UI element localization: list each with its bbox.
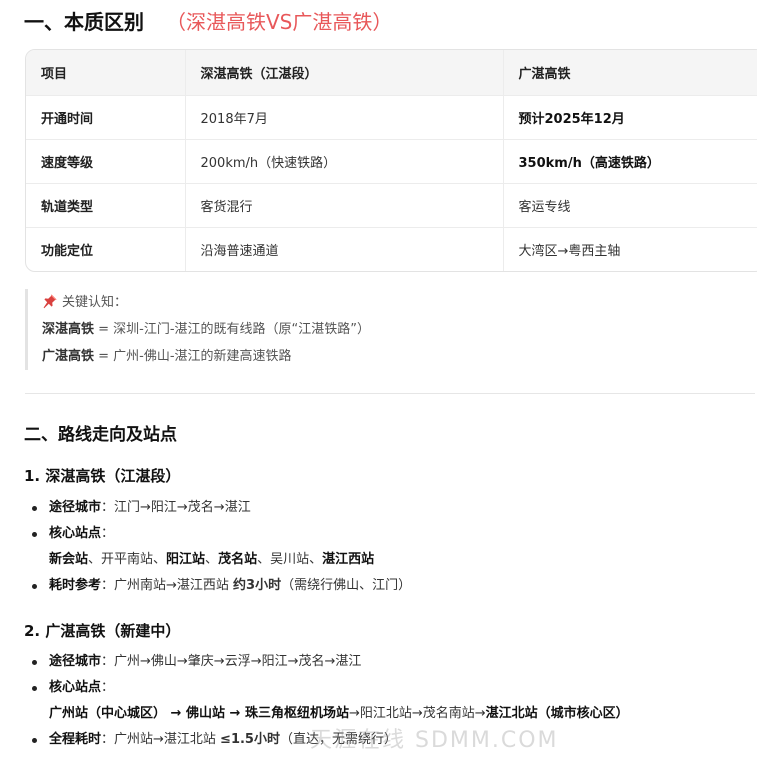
pushpin-icon (43, 294, 57, 309)
section1-heading: 一、本质区别 （深湛高铁VS广湛高铁） (24, 6, 392, 35)
station-separator: 、 (205, 552, 219, 567)
subsection-title-shenzhan: 1. 深湛高铁（江湛段） (24, 467, 181, 485)
station-sequence: 新会站、开平南站、阳江站、茂名站、吴川站、湛江西站 (49, 547, 411, 573)
table-row: 轨道类型 客货混行 客运专线 (26, 183, 757, 227)
key-note-blockquote: 关键认知： 深湛高铁 = 深圳-江门-湛江的既有线路（原“江湛铁路”） 广湛高铁… (25, 289, 405, 370)
table-cell: 350km/h（高速铁路） (518, 155, 660, 171)
key-note-title: 关键认知： (62, 295, 128, 310)
key-note-term: 广湛高铁 (42, 349, 95, 364)
table-row: 功能定位 沿海普速通道 大湾区→粤西主轴 (26, 227, 757, 271)
key-note-term: 深湛高铁 (42, 322, 95, 337)
table-cell: 2018年7月 (185, 95, 504, 139)
table-cell: 功能定位 (26, 227, 186, 271)
table-row: 开通时间 2018年7月 预计2025年12月 (26, 95, 757, 139)
list-item-label: 核心站点 (49, 680, 102, 695)
list-item-value: ：江门→阳江→茂名→湛江 (101, 500, 251, 515)
station-arrow: → (166, 706, 186, 721)
station-name: 佛山站 (185, 706, 225, 721)
section1-title-accent: （深湛高铁VS广湛高铁） (166, 10, 393, 34)
list-item-note: （需绕行佛山、江门） (281, 578, 412, 593)
list-item-label: 途径城市 (49, 654, 102, 669)
table-cell: 预计2025年12月 (518, 111, 625, 127)
list-item: 途径城市：广州→佛山→肇庆→云浮→阳江→茂名→湛江 (30, 649, 629, 675)
subsection-title-guangzhan: 2. 广湛高铁（新建中） (24, 622, 181, 640)
comparison-table: 项目 深湛高铁（江湛段） 广湛高铁 开通时间 2018年7月 预计2025年12… (25, 49, 757, 272)
table-header-cell: 深湛高铁（江湛段） (185, 50, 504, 95)
station-name: 茂名站 (218, 552, 258, 567)
list-item-colon: ： (101, 526, 115, 541)
table-row: 速度等级 200km/h（快速铁路） 350km/h（高速铁路） (26, 139, 757, 183)
station-name: 珠三角枢纽机场站 (244, 706, 349, 721)
table-cell: 沿海普速通道 (185, 227, 504, 271)
station-name: 湛江西站 (322, 552, 375, 567)
table-cell: 速度等级 (26, 139, 186, 183)
list-item-label: 耗时参考 (49, 578, 102, 593)
table-cell: 200km/h（快速铁路） (185, 139, 504, 183)
list-item-label: 全程耗时 (49, 732, 102, 747)
station-separator: →阳江北站→茂名南站→ (348, 706, 486, 721)
section-divider (25, 393, 755, 394)
table-cell: 客运专线 (518, 199, 571, 215)
travel-time-highlight: 约3小时 (233, 578, 282, 593)
list-item-value: ：广州站→湛江北站 (101, 732, 221, 747)
key-note-line: 广湛高铁 = 广州-佛山-湛江的新建高速铁路 (42, 343, 405, 370)
station-name: 广州站（中心城区） (49, 706, 167, 721)
travel-time-highlight: ≤1.5小时 (220, 732, 280, 747)
list-item-value: ：广州→佛山→肇庆→云浮→阳江→茂名→湛江 (101, 654, 362, 669)
table-cell: 大湾区→粤西主轴 (518, 243, 621, 259)
station-separator: 、吴川站、 (257, 552, 323, 567)
site-watermark: 天涯在线 SDMM.COM (310, 728, 559, 753)
table-header-row: 项目 深湛高铁（江湛段） 广湛高铁 (26, 50, 757, 95)
list-item-colon: ： (101, 680, 115, 695)
list-item: 核心站点： 新会站、开平南站、阳江站、茂名站、吴川站、湛江西站 (30, 521, 411, 573)
list-item: 途径城市：江门→阳江→茂名→湛江 (30, 495, 411, 521)
section2-title: 二、路线走向及站点 (24, 425, 177, 445)
list-item-label: 核心站点 (49, 526, 102, 541)
key-note-definition: = 深圳-江门-湛江的既有线路（原“江湛铁路”） (94, 322, 371, 337)
list-item-value: ：广州南站→湛江西站 (101, 578, 234, 593)
station-arrow: → (224, 706, 245, 721)
station-name: 阳江站 (166, 552, 206, 567)
key-note-definition: = 广州-佛山-湛江的新建高速铁路 (94, 349, 292, 364)
table-cell: 开通时间 (26, 95, 186, 139)
shenzhan-info-list: 途径城市：江门→阳江→茂名→湛江 核心站点： 新会站、开平南站、阳江站、茂名站、… (30, 495, 411, 599)
table-cell: 客货混行 (185, 183, 504, 227)
table-cell: 轨道类型 (26, 183, 186, 227)
station-name: 新会站 (49, 552, 89, 567)
section1-title: 一、本质区别 (24, 10, 144, 34)
station-name: 湛江北站（城市核心区） (485, 706, 629, 721)
table-header-cell: 广湛高铁 (518, 66, 571, 82)
list-item: 耗时参考：广州南站→湛江西站 约3小时（需绕行佛山、江门） (30, 573, 411, 599)
key-note-line: 深湛高铁 = 深圳-江门-湛江的既有线路（原“江湛铁路”） (42, 316, 405, 343)
table-header-cell: 项目 (26, 50, 186, 95)
list-item-label: 途径城市 (49, 500, 102, 515)
station-separator: 、开平南站、 (88, 552, 167, 567)
list-item: 核心站点： 广州站（中心城区） → 佛山站 → 珠三角枢纽机场站→阳江北站→茂名… (30, 675, 629, 727)
key-note-title-line: 关键认知： (42, 289, 405, 316)
